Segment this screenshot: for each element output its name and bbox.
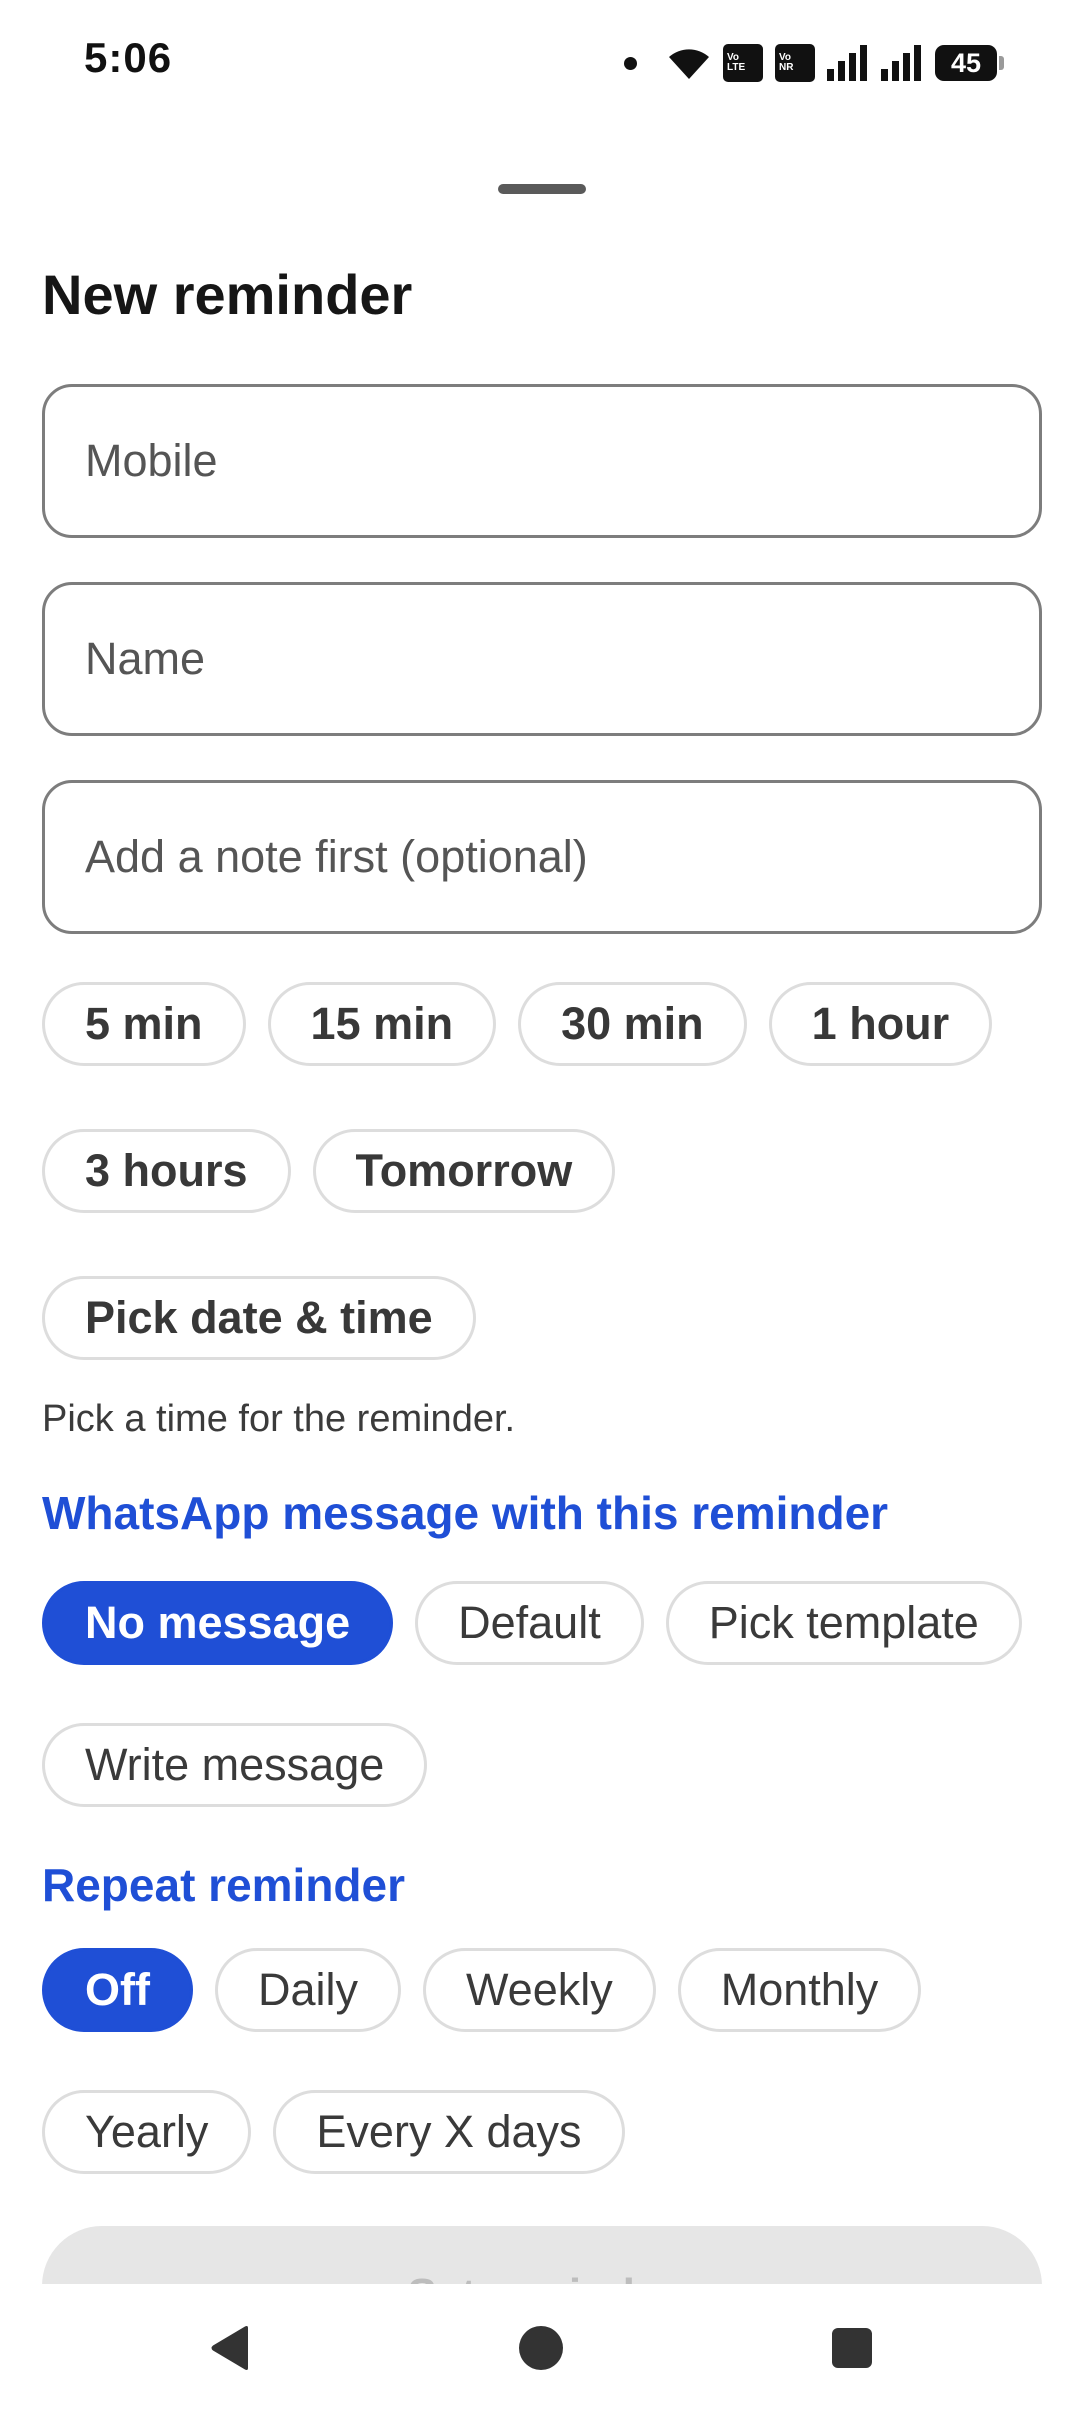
sheet-drag-handle[interactable] xyxy=(498,184,586,194)
message-section-label: WhatsApp message with this reminder xyxy=(42,1487,889,1539)
battery-icon: 45 xyxy=(935,45,1004,81)
notification-dot-icon xyxy=(624,56,637,70)
message-options-row: Write message xyxy=(42,1723,428,1807)
back-icon[interactable] xyxy=(200,2318,260,2378)
status-time: 5:06 xyxy=(84,34,173,81)
message-option-write[interactable]: Write message xyxy=(42,1723,428,1807)
sim2-volte-icon: Vo NR xyxy=(775,44,815,82)
status-icons: Vo LTE Vo NR 45 xyxy=(624,38,1004,88)
battery-level: 45 xyxy=(935,45,997,81)
repeat-option-monthly[interactable]: Monthly xyxy=(677,1948,922,2032)
repeat-option-off[interactable]: Off xyxy=(42,1948,193,2032)
battery-cap xyxy=(999,56,1004,70)
message-option-none[interactable]: No message xyxy=(42,1581,394,1665)
preset-chip-15-min[interactable]: 15 min xyxy=(267,982,497,1066)
sheet-title: New reminder xyxy=(42,263,413,326)
message-options-row: No message Default Pick template xyxy=(42,1581,1022,1665)
message-option-pick-template[interactable]: Pick template xyxy=(665,1581,1022,1665)
repeat-option-weekly[interactable]: Weekly xyxy=(423,1948,656,2032)
note-input[interactable] xyxy=(85,831,1039,883)
sim1-network-label: LTE xyxy=(727,62,746,73)
home-icon[interactable] xyxy=(511,2318,571,2378)
mobile-field[interactable] xyxy=(42,384,1042,538)
preset-chip-tomorrow[interactable]: Tomorrow xyxy=(312,1129,616,1213)
signal-icon xyxy=(881,45,923,81)
sim1-volte-icon: Vo LTE xyxy=(723,44,763,82)
message-option-default[interactable]: Default xyxy=(415,1581,644,1665)
mobile-input[interactable] xyxy=(85,435,1039,487)
name-input[interactable] xyxy=(85,633,1039,685)
name-field[interactable] xyxy=(42,582,1042,736)
system-nav-bar xyxy=(0,2284,1084,2412)
preset-chip-1-hour[interactable]: 1 hour xyxy=(768,982,993,1066)
note-field[interactable] xyxy=(42,780,1042,934)
time-hint: Pick a time for the reminder. xyxy=(42,1398,516,1440)
time-preset-row: 3 hours Tomorrow xyxy=(42,1129,616,1213)
preset-chip-5-min[interactable]: 5 min xyxy=(42,982,246,1066)
pick-datetime-button[interactable]: Pick date & time xyxy=(42,1276,476,1360)
preset-chip-30-min[interactable]: 30 min xyxy=(518,982,747,1066)
pick-datetime-row: Pick date & time xyxy=(42,1276,476,1360)
status-bar: 5:06 Vo LTE Vo NR 45 xyxy=(0,0,1084,130)
sim2-network-label: NR xyxy=(779,62,794,73)
recents-icon[interactable] xyxy=(822,2318,882,2378)
preset-chip-3-hours[interactable]: 3 hours xyxy=(42,1129,291,1213)
repeat-option-daily[interactable]: Daily xyxy=(214,1948,402,2032)
repeat-options-row: Yearly Every X days xyxy=(42,2090,625,2174)
repeat-options-row: Off Daily Weekly Monthly xyxy=(42,1948,922,2032)
repeat-section-label: Repeat reminder xyxy=(42,1859,406,1911)
repeat-option-yearly[interactable]: Yearly xyxy=(42,2090,252,2174)
repeat-option-every-x-days[interactable]: Every X days xyxy=(273,2090,625,2174)
signal-icon xyxy=(827,45,869,81)
time-preset-row: 5 min 15 min 30 min 1 hour xyxy=(42,982,993,1066)
wifi-icon xyxy=(667,45,711,81)
